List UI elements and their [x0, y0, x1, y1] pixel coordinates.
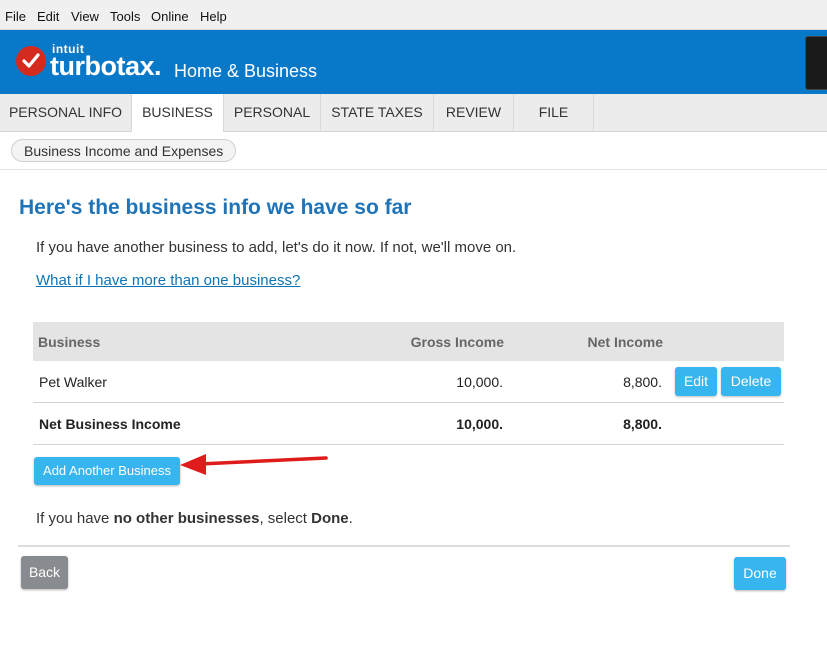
- total-net-income: 8,800.: [623, 416, 662, 432]
- total-label: Net Business Income: [39, 416, 181, 432]
- menu-online[interactable]: Online: [151, 9, 189, 24]
- tab-personal[interactable]: PERSONAL: [224, 94, 321, 131]
- done-button[interactable]: Done: [734, 557, 786, 590]
- header-menu-button[interactable]: [805, 36, 827, 90]
- menu-help[interactable]: Help: [200, 9, 227, 24]
- outro-text: If you have no other businesses, select …: [36, 510, 353, 527]
- help-link[interactable]: What if I have more than one business?: [36, 272, 300, 289]
- app-header: intuit turbotax. Home & Business: [0, 30, 827, 94]
- breadcrumb-bar: Business Income and Expenses: [0, 132, 827, 170]
- menu-tools[interactable]: Tools: [110, 9, 140, 24]
- tab-review[interactable]: REVIEW: [434, 94, 514, 131]
- outro-post: .: [348, 510, 353, 527]
- business-table: Business Gross Income Net Income Pet Wal…: [33, 322, 784, 445]
- page-title: Here's the business info we have so far: [19, 196, 412, 219]
- tab-file[interactable]: FILE: [514, 94, 594, 131]
- delete-button[interactable]: Delete: [721, 367, 781, 396]
- total-row: Net Business Income 10,000. 8,800.: [33, 403, 784, 445]
- product-name: Home & Business: [174, 61, 318, 81]
- total-gross-income: 10,000.: [456, 416, 503, 432]
- red-arrow-icon: [180, 454, 328, 475]
- intro-text: If you have another business to add, let…: [36, 239, 517, 256]
- table-row: Pet Walker 10,000. 8,800. Edit Delete: [33, 361, 784, 403]
- column-header-net-income: Net Income: [587, 334, 663, 350]
- back-button[interactable]: Back: [21, 556, 68, 589]
- menu-bar: File Edit View Tools Online Help: [0, 0, 827, 30]
- outro-bold-done: Done: [311, 510, 349, 527]
- turbotax-wordmark: turbotax.: [50, 51, 162, 81]
- column-header-gross-income: Gross Income: [410, 334, 504, 350]
- table-header: Business Gross Income Net Income: [33, 322, 784, 361]
- menu-file[interactable]: File: [5, 9, 26, 24]
- net-income-value: 8,800.: [623, 374, 662, 390]
- outro-pre: If you have: [36, 510, 114, 527]
- menu-edit[interactable]: Edit: [37, 9, 59, 24]
- footer-divider: [18, 545, 790, 547]
- business-name: Pet Walker: [39, 374, 107, 390]
- add-another-business-button[interactable]: Add Another Business: [34, 457, 180, 485]
- outro-bold-businesses: no other businesses: [113, 510, 260, 527]
- tab-personal-info[interactable]: PERSONAL INFO: [0, 94, 132, 131]
- main-tabs: PERSONAL INFO BUSINESS PERSONAL STATE TA…: [0, 94, 827, 132]
- tab-business[interactable]: BUSINESS: [132, 94, 224, 132]
- checkmark-logo-icon: [16, 46, 46, 76]
- menu-view[interactable]: View: [71, 9, 99, 24]
- outro-mid: , select: [259, 510, 312, 527]
- tab-state-taxes[interactable]: STATE TAXES: [321, 94, 434, 131]
- edit-button[interactable]: Edit: [675, 367, 717, 396]
- column-header-business: Business: [38, 334, 101, 350]
- gross-income-value: 10,000.: [456, 374, 503, 390]
- breadcrumb[interactable]: Business Income and Expenses: [11, 139, 237, 162]
